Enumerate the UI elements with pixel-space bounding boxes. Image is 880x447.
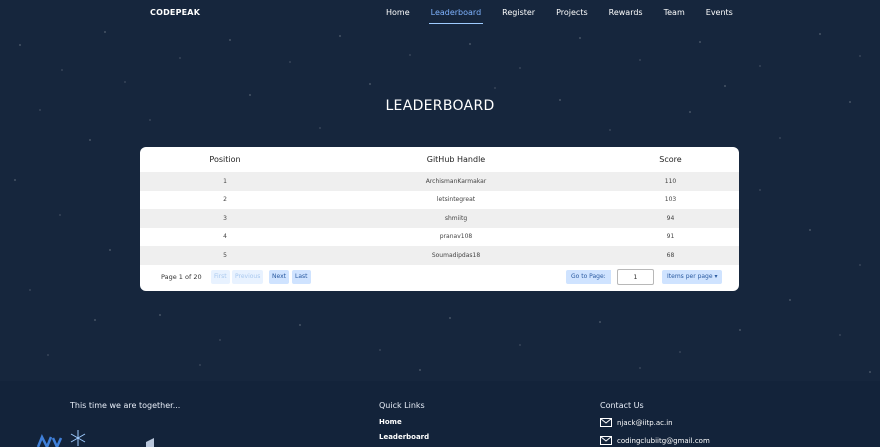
leaderboard-table-card: Position GitHub Handle Score 1 Archisman… — [140, 147, 739, 291]
brand-logo-text[interactable]: CODEPEAK — [150, 8, 200, 17]
contact-email-text: njack@iitp.ac.in — [617, 418, 673, 427]
footer-tagline: This time we are together... — [70, 401, 181, 410]
header-position[interactable]: Position — [140, 155, 310, 164]
page-title: LEADERBOARD — [385, 98, 495, 114]
cell-position: 4 — [223, 233, 227, 241]
pagination-bar: Page 1 of 20 First Previous Next Last Go… — [140, 267, 739, 287]
nav-link-team[interactable]: Team — [664, 8, 685, 17]
table-row: 4 pranav108 91 — [140, 227, 739, 246]
cell-score: 68 — [666, 251, 675, 259]
cell-score: 91 — [666, 233, 675, 241]
nav-link-events[interactable]: Events — [706, 8, 733, 17]
nav-link-rewards[interactable]: Rewards — [609, 8, 643, 17]
mail-icon — [600, 436, 612, 445]
quick-links-title: Quick Links — [379, 401, 425, 410]
items-per-page-dropdown[interactable]: Items per page ▾ — [662, 270, 723, 284]
last-page-button[interactable]: Last — [292, 270, 311, 284]
goto-page-label: Go to Page: — [566, 270, 611, 284]
cell-score: 94 — [666, 214, 675, 222]
table-row: 2 letsintegreat 103 — [140, 190, 739, 209]
coding-club-logo-icon — [146, 438, 154, 447]
contact-email-codingclub[interactable]: codingclubiitg@gmail.com — [600, 436, 710, 445]
footer-link-home[interactable]: Home — [379, 418, 402, 426]
footer-link-leaderboard[interactable]: Leaderboard — [379, 433, 429, 441]
contact-email-text: codingclubiitg@gmail.com — [617, 436, 710, 445]
nav-link-register[interactable]: Register — [502, 8, 535, 17]
cell-handle: Soumadipdas18 — [431, 251, 481, 259]
cell-position: 1 — [223, 177, 227, 185]
nav-links: Home Leaderboard Register Projects Rewar… — [386, 8, 754, 24]
mail-icon — [600, 418, 612, 427]
top-navbar: CODEPEAK Home Leaderboard Register Proje… — [0, 0, 880, 28]
nav-link-home[interactable]: Home — [386, 8, 410, 17]
cell-score: 103 — [664, 196, 677, 204]
previous-page-button[interactable]: Previous — [232, 270, 264, 284]
goto-page-input[interactable] — [617, 269, 654, 285]
table-row: 5 Soumadipdas18 68 — [140, 246, 739, 265]
header-score[interactable]: Score — [602, 155, 739, 164]
cell-position: 3 — [223, 214, 227, 222]
cell-score: 110 — [664, 177, 677, 185]
contact-us-title: Contact Us — [600, 401, 644, 410]
first-page-button[interactable]: First — [211, 270, 230, 284]
cell-handle: pranav108 — [439, 233, 473, 241]
nav-link-leaderboard[interactable]: Leaderboard — [428, 8, 483, 24]
table-body: 1 ArchismanKarmakar 110 2 letsintegreat … — [140, 172, 739, 265]
cell-position: 5 — [223, 251, 227, 259]
snowflake-icon — [70, 430, 86, 446]
nav-link-projects[interactable]: Projects — [556, 8, 588, 17]
cell-position: 2 — [223, 196, 227, 204]
njack-logo-icon — [36, 433, 63, 447]
cell-handle: letsintegreat — [436, 196, 476, 204]
table-row: 3 shmiitg 94 — [140, 209, 739, 228]
cell-handle: ArchismanKarmakar — [425, 177, 487, 185]
table-header: Position GitHub Handle Score — [140, 147, 739, 172]
header-github-handle[interactable]: GitHub Handle — [310, 155, 602, 164]
cell-handle: shmiitg — [444, 214, 468, 222]
next-page-button[interactable]: Next — [269, 270, 289, 284]
table-row: 1 ArchismanKarmakar 110 — [140, 172, 739, 191]
contact-email-njack[interactable]: njack@iitp.ac.in — [600, 418, 673, 427]
page-info: Page 1 of 20 — [161, 273, 202, 281]
partner-logos — [36, 430, 154, 447]
